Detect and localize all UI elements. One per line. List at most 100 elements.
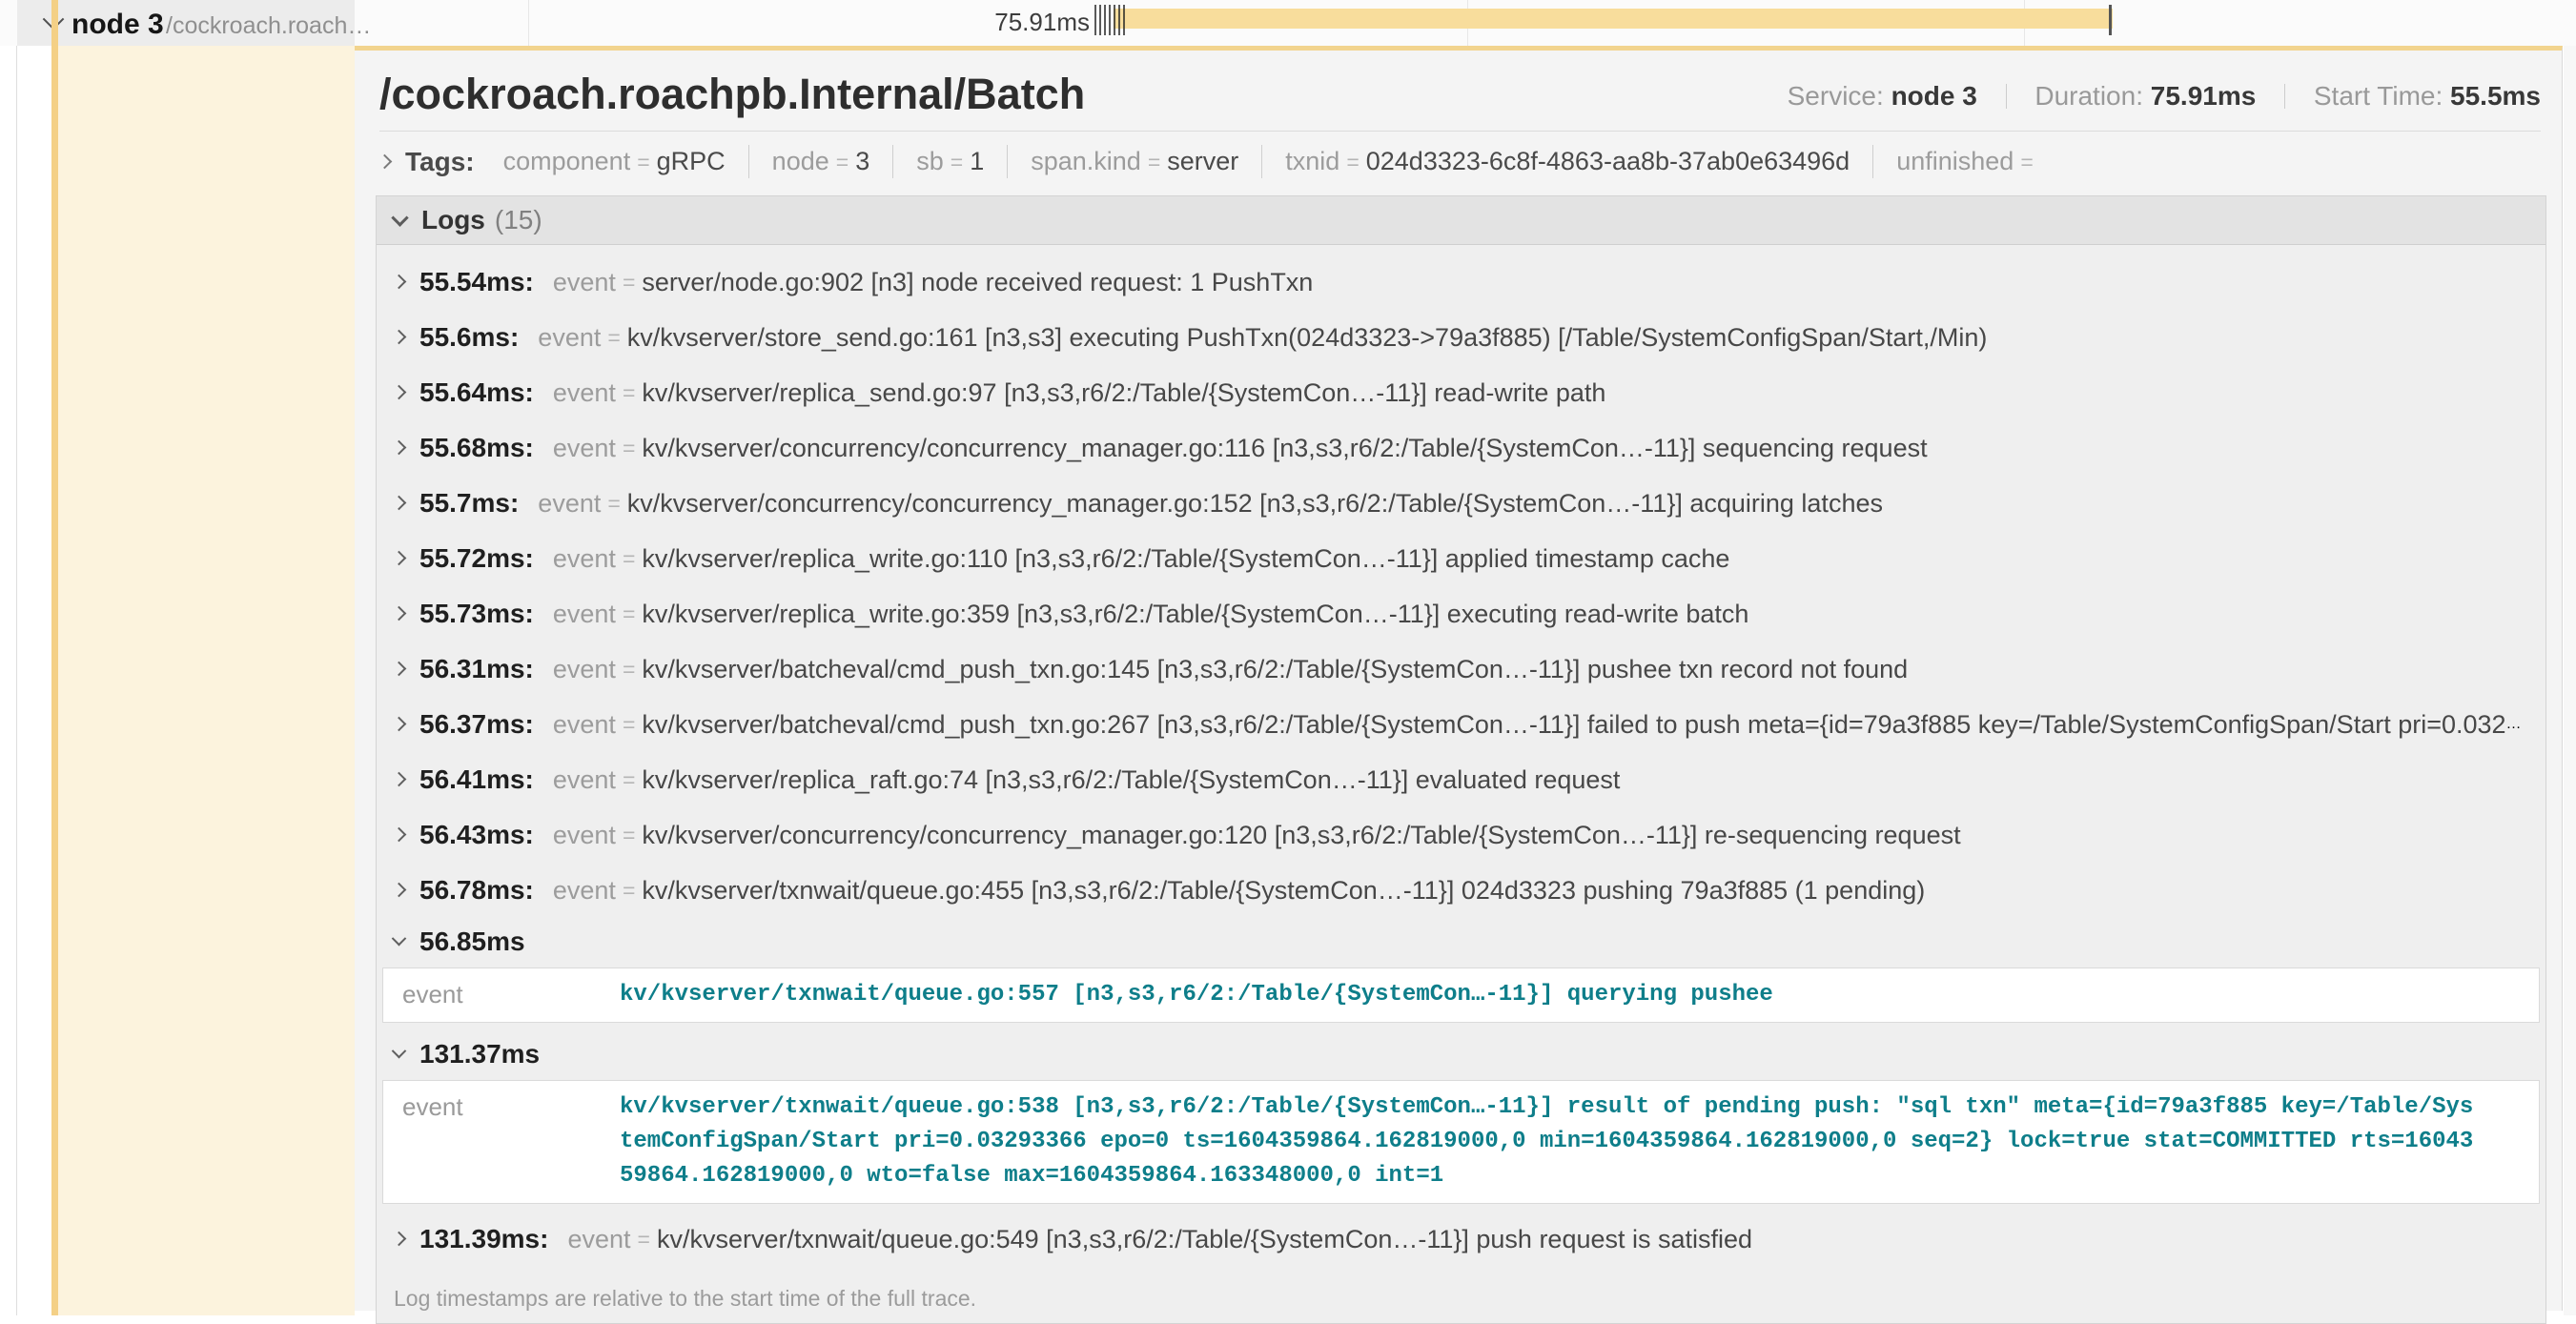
log-field-key: event bbox=[553, 378, 616, 407]
expand-log-icon[interactable] bbox=[392, 882, 407, 897]
equals-sign: = bbox=[623, 436, 635, 460]
collapse-logs-icon[interactable] bbox=[391, 209, 408, 226]
log-field-key: event bbox=[538, 489, 601, 518]
log-row[interactable]: 55.68ms:event=kv/kvserver/concurrency/co… bbox=[377, 420, 2545, 476]
span-detail-panel: /cockroach.roachpb.Internal/Batch Servic… bbox=[355, 46, 2563, 1311]
log-field-key: event bbox=[553, 876, 616, 905]
expand-log-icon[interactable] bbox=[392, 439, 407, 455]
log-message: kv/kvserver/concurrency/concurrency_mana… bbox=[627, 489, 1883, 518]
log-field-key: event bbox=[383, 1090, 620, 1193]
log-timestamp: 55.7ms: bbox=[419, 488, 519, 518]
tag-value: gRPC bbox=[657, 147, 726, 175]
equals-sign: = bbox=[607, 491, 620, 516]
log-field-key: event bbox=[553, 655, 616, 683]
span-bar[interactable] bbox=[1114, 9, 2113, 29]
span-service-name: node 3 bbox=[72, 9, 164, 41]
tag-key: sb bbox=[916, 147, 944, 175]
tag-item: node=3 bbox=[749, 145, 894, 178]
log-field-key: event bbox=[553, 710, 616, 739]
log-timestamp: 55.54ms: bbox=[419, 267, 534, 296]
log-timestamp: 56.31ms: bbox=[419, 654, 534, 683]
log-row-expanded[interactable]: 131.37ms bbox=[377, 1030, 2545, 1078]
expand-log-icon[interactable] bbox=[392, 826, 407, 842]
log-row[interactable]: 56.78ms:event=kv/kvserver/txnwait/queue.… bbox=[377, 863, 2545, 918]
logs-footer-note: Log timestamps are relative to the start… bbox=[377, 1273, 2545, 1323]
log-field-key: event bbox=[553, 434, 616, 462]
log-timestamp: 55.72ms: bbox=[419, 543, 534, 573]
equals-sign: = bbox=[607, 325, 620, 350]
equals-sign: = bbox=[623, 601, 635, 626]
log-message: kv/kvserver/replica_write.go:359 [n3,s3,… bbox=[642, 600, 1748, 628]
expand-log-icon[interactable] bbox=[392, 771, 407, 786]
tags-row[interactable]: Tags: component=gRPC node=3 sb=1 span.ki… bbox=[355, 132, 2562, 188]
log-timestamp: 56.37ms: bbox=[419, 709, 534, 739]
equals-sign: = bbox=[951, 150, 963, 174]
tag-key: txnid bbox=[1285, 147, 1339, 175]
meta-divider bbox=[2284, 84, 2285, 109]
tag-value: server bbox=[1167, 147, 1238, 175]
equals-sign: = bbox=[623, 270, 635, 295]
equals-sign: = bbox=[1346, 150, 1359, 174]
log-row[interactable]: 131.39ms:event=kv/kvserver/txnwait/queue… bbox=[377, 1212, 2545, 1267]
span-end-marker bbox=[2109, 5, 2112, 35]
log-timestamp: 56.78ms: bbox=[419, 875, 534, 905]
logs-section: Logs (15) 55.54ms:event=server/node.go:9… bbox=[376, 195, 2546, 1324]
log-row[interactable]: 56.43ms:event=kv/kvserver/concurrency/co… bbox=[377, 807, 2545, 863]
span-title: /cockroach.roachpb.Internal/Batch bbox=[379, 70, 1085, 119]
log-message: kv/kvserver/concurrency/concurrency_mana… bbox=[642, 821, 1960, 849]
log-field-key: event bbox=[553, 600, 616, 628]
log-message: kv/kvserver/replica_send.go:97 [n3,s3,r6… bbox=[642, 378, 1605, 407]
span-color-stripe bbox=[51, 0, 58, 1315]
expand-log-icon[interactable] bbox=[392, 495, 407, 510]
log-row[interactable]: 56.31ms: event = kv/kvserver/batcheval/cmd_… bbox=[377, 642, 2545, 697]
log-row[interactable]: 55.6ms:event=kv/kvserver/store_send.go:1… bbox=[377, 310, 2545, 365]
expand-log-icon[interactable] bbox=[392, 384, 407, 399]
log-timestamp: 56.41ms: bbox=[419, 764, 534, 794]
log-row[interactable]: 55.54ms: event = server/node.go:902 [n3] no… bbox=[377, 255, 2545, 310]
duration-value: 75.91ms bbox=[2151, 81, 2257, 111]
duration-label: Duration: bbox=[2034, 81, 2143, 111]
collapse-log-icon[interactable] bbox=[392, 1043, 407, 1058]
equals-sign: = bbox=[623, 546, 635, 571]
log-field-key: event bbox=[553, 821, 616, 849]
span-row[interactable]: node 3 /cockroach.roach… 75.91ms bbox=[0, 0, 2576, 46]
log-row[interactable]: 56.41ms:event=kv/kvserver/replica_raft.g… bbox=[377, 752, 2545, 807]
log-marker-ticks bbox=[1094, 5, 1125, 35]
equals-sign: = bbox=[638, 1227, 650, 1252]
logs-header[interactable]: Logs (15) bbox=[377, 196, 2545, 245]
log-message: kv/kvserver/txnwait/queue.go:549 [n3,s3,… bbox=[657, 1225, 1752, 1253]
span-detail-header: /cockroach.roachpb.Internal/Batch Servic… bbox=[355, 51, 2562, 119]
log-message: server/node.go:902 [n3] node received re… bbox=[642, 268, 1313, 296]
equals-sign: = bbox=[623, 657, 635, 682]
log-row[interactable]: 56.37ms:event=kv/kvserver/batcheval/cmd_… bbox=[377, 697, 2545, 752]
expand-log-icon[interactable] bbox=[392, 605, 407, 621]
log-field-key: event bbox=[553, 268, 616, 296]
start-time-value: 55.5ms bbox=[2450, 81, 2541, 111]
log-row-expanded[interactable]: 56.85ms bbox=[377, 918, 2545, 966]
tag-key: node bbox=[772, 147, 829, 175]
expand-log-icon[interactable] bbox=[392, 716, 407, 731]
tag-item: component=gRPC bbox=[480, 145, 749, 178]
expand-log-icon[interactable] bbox=[392, 550, 407, 565]
meta-divider bbox=[2006, 84, 2007, 109]
log-timestamp: 56.43ms: bbox=[419, 820, 534, 849]
span-name-cell[interactable]: node 3 /cockroach.roach… bbox=[17, 0, 355, 46]
expand-tags-icon[interactable] bbox=[378, 154, 393, 170]
logs-title: Logs bbox=[421, 205, 485, 235]
timeline-column-divider bbox=[528, 0, 529, 46]
expand-log-icon[interactable] bbox=[392, 1231, 407, 1246]
log-row[interactable]: 55.7ms: event= kv/kvserver/concurrency/con… bbox=[377, 476, 2545, 531]
equals-sign: = bbox=[623, 767, 635, 792]
log-row[interactable]: 55.64ms:event=kv/kvserver/replica_send.g… bbox=[377, 365, 2545, 420]
log-message: kv/kvserver/batcheval/cmd_push_txn.go:14… bbox=[642, 655, 1908, 683]
equals-sign: = bbox=[1148, 150, 1160, 174]
expand-log-icon[interactable] bbox=[392, 274, 407, 289]
expand-log-icon[interactable] bbox=[392, 329, 407, 344]
collapse-log-icon[interactable] bbox=[392, 930, 407, 946]
log-row[interactable]: 55.73ms:event=kv/kvserver/replica_write.… bbox=[377, 586, 2545, 642]
log-timestamp: 55.6ms: bbox=[419, 322, 519, 352]
log-row[interactable]: 55.72ms:event=kv/kvserver/replica_write.… bbox=[377, 531, 2545, 586]
log-field-value: kv/kvserver/txnwait/queue.go:538 [n3,s3,… bbox=[620, 1090, 2479, 1193]
expand-log-icon[interactable] bbox=[392, 661, 407, 676]
tag-item: unfinished= bbox=[1873, 145, 2063, 178]
